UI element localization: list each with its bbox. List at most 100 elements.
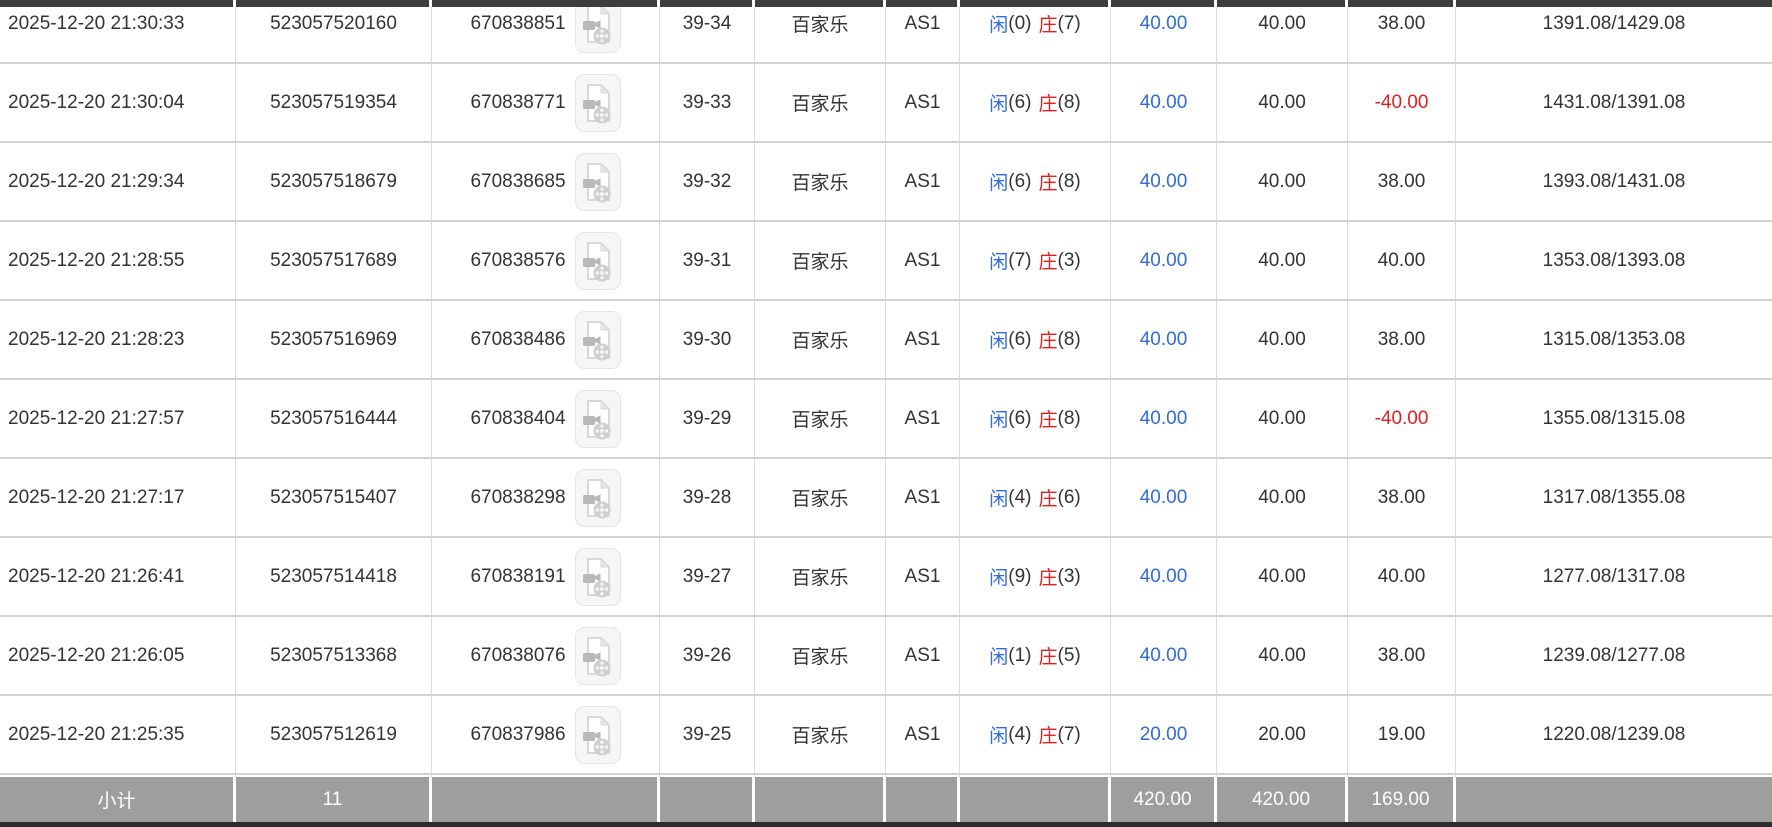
cell-bet-id: 523057516444 [236, 380, 432, 457]
cell-result: 闲(4)庄(6) [960, 459, 1111, 536]
cell-bet-time: 2025-12-20 21:30:04 [0, 64, 236, 141]
cell-game-type: 百家乐 [755, 143, 886, 220]
video-record-icon[interactable] [575, 232, 621, 290]
bet-amount-link[interactable]: 40.00 [1111, 459, 1217, 536]
cell-bet-time: 2025-12-20 21:28:23 [0, 301, 236, 378]
bet-amount-link[interactable]: 40.00 [1111, 301, 1217, 378]
cell-result: 闲(6)庄(8) [960, 64, 1111, 141]
table-row: 2025-12-20 21:27:57 523057516444 6708384… [0, 380, 1772, 459]
video-record-icon[interactable] [575, 74, 621, 132]
cell-game-type: 百家乐 [755, 538, 886, 615]
cell-round: 39-25 [660, 696, 755, 773]
cell-game-type: 百家乐 [755, 459, 886, 536]
bet-amount-link[interactable]: 40.00 [1111, 222, 1217, 299]
header-strip [0, 0, 1772, 7]
cell-bet-time: 2025-12-20 21:27:17 [0, 459, 236, 536]
player-label: 闲 [989, 10, 1008, 37]
cell-table: AS1 [886, 222, 960, 299]
cell-bet-id: 523057515407 [236, 459, 432, 536]
cell-bet-id: 523057518679 [236, 143, 432, 220]
game-number-text: 670838404 [470, 408, 565, 430]
video-record-icon[interactable] [575, 390, 621, 448]
header-cell [1217, 0, 1348, 7]
cell-bet-id: 523057519354 [236, 64, 432, 141]
cell-valid-amount: 40.00 [1217, 538, 1348, 615]
bet-amount-link[interactable]: 40.00 [1111, 538, 1217, 615]
bet-amount-link[interactable]: 40.00 [1111, 143, 1217, 220]
player-points: (6) [1008, 92, 1031, 114]
player-points: (6) [1008, 408, 1031, 430]
cell-balance: 1391.08/1429.08 [1456, 0, 1772, 62]
header-cell [1348, 0, 1456, 7]
cell-game-number: 670838076 [432, 617, 660, 694]
video-record-icon[interactable] [575, 153, 621, 211]
subtotal-valid-total: 420.00 [1217, 777, 1348, 822]
cell-win-loss: 19.00 [1348, 696, 1456, 773]
cell-game-number: 670838298 [432, 459, 660, 536]
subtotal-empty [432, 777, 660, 822]
cell-balance: 1355.08/1315.08 [1456, 380, 1772, 457]
banker-label: 庄 [1039, 247, 1058, 274]
cell-game-number: 670838685 [432, 143, 660, 220]
cell-game-type: 百家乐 [755, 0, 886, 62]
table-row: 2025-12-20 21:28:23 523057516969 6708384… [0, 301, 1772, 380]
cell-win-loss: 38.00 [1348, 143, 1456, 220]
header-cell [660, 0, 755, 7]
table-row: 2025-12-20 21:28:55 523057517689 6708385… [0, 222, 1772, 301]
cell-win-loss: 40.00 [1348, 222, 1456, 299]
game-number-text: 670838298 [470, 487, 565, 509]
cell-result: 闲(6)庄(8) [960, 380, 1111, 457]
cell-game-number: 670837986 [432, 696, 660, 773]
header-cell [432, 0, 660, 7]
banker-label: 庄 [1039, 405, 1058, 432]
game-number-text: 670838486 [470, 329, 565, 351]
bet-amount-link[interactable]: 40.00 [1111, 380, 1217, 457]
cell-table: AS1 [886, 380, 960, 457]
banker-points: (6) [1058, 487, 1081, 509]
video-record-icon[interactable] [575, 0, 621, 53]
cell-bet-time: 2025-12-20 21:29:34 [0, 143, 236, 220]
footer-strip [0, 822, 1772, 827]
video-record-icon[interactable] [575, 548, 621, 606]
cell-valid-amount: 40.00 [1217, 301, 1348, 378]
cell-round: 39-34 [660, 0, 755, 62]
player-label: 闲 [989, 563, 1008, 590]
game-number-text: 670838771 [470, 92, 565, 114]
cell-result: 闲(4) 庄(7) [960, 696, 1111, 773]
player-label: 闲 [989, 721, 1008, 748]
cell-bet-time: 2025-12-20 21:26:41 [0, 538, 236, 615]
cell-bet-id: 523057512619 [236, 696, 432, 773]
cell-round: 39-31 [660, 222, 755, 299]
video-record-icon[interactable] [575, 311, 621, 369]
player-label: 闲 [989, 247, 1008, 274]
banker-label: 庄 [1039, 721, 1058, 748]
video-record-icon[interactable] [575, 627, 621, 685]
cell-valid-amount: 40.00 [1217, 617, 1348, 694]
bet-amount-link[interactable]: 40.00 [1111, 617, 1217, 694]
cell-bet-id: 523057516969 [236, 301, 432, 378]
cell-win-loss: 40.00 [1348, 538, 1456, 615]
cell-win-loss: 38.00 [1348, 301, 1456, 378]
player-points: (6) [1008, 171, 1031, 193]
player-points: (4) [1008, 487, 1031, 509]
bet-amount-link[interactable]: 20.00 [1111, 696, 1217, 773]
cell-balance: 1317.08/1355.08 [1456, 459, 1772, 536]
video-record-icon[interactable] [575, 469, 621, 527]
player-points: (0) [1008, 13, 1031, 35]
banker-points: (7) [1058, 724, 1081, 746]
player-label: 闲 [989, 405, 1008, 432]
table-row: 2025-12-20 21:26:05 523057513368 6708380… [0, 617, 1772, 696]
bet-amount-link[interactable]: 40.00 [1111, 0, 1217, 62]
cell-game-type: 百家乐 [755, 696, 886, 773]
bet-amount-link[interactable]: 40.00 [1111, 64, 1217, 141]
game-number-text: 670838576 [470, 250, 565, 272]
player-points: (4) [1008, 724, 1031, 746]
video-record-icon[interactable] [575, 706, 621, 764]
table-row: 2025-12-20 21:29:34 523057518679 6708386… [0, 143, 1772, 222]
banker-label: 庄 [1039, 168, 1058, 195]
cell-balance: 1393.08/1431.08 [1456, 143, 1772, 220]
cell-game-number: 670838851 [432, 0, 660, 62]
cell-balance: 1277.08/1317.08 [1456, 538, 1772, 615]
header-cell [1111, 0, 1217, 7]
cell-table: AS1 [886, 617, 960, 694]
